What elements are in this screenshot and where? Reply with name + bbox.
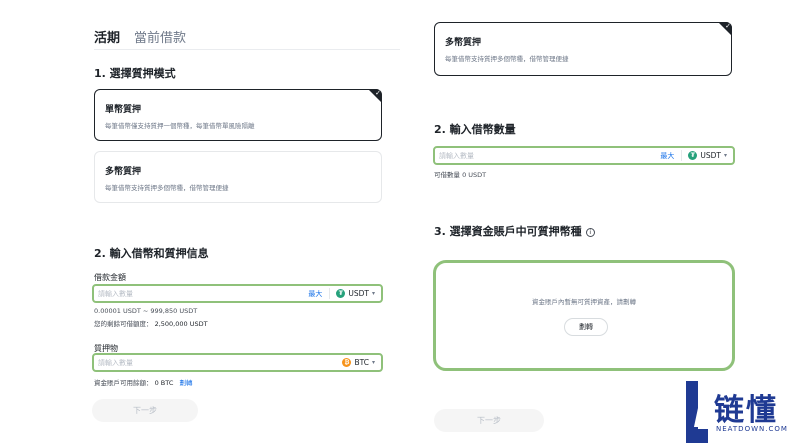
card-title: 單幣質押 — [105, 105, 142, 115]
card-desc: 每筆借幣支持質押多個幣種，借幣管理便捷 — [445, 55, 569, 63]
remaining-label: 您的剩餘可借額度： — [94, 320, 153, 328]
tab-divider — [94, 49, 400, 50]
empty-assets-message: 資金賬戶內暫無可質押資產，請劃轉 — [532, 298, 636, 306]
tab-flexible[interactable]: 活期 — [94, 27, 120, 46]
watermark-en: NEATDOWN.COM — [716, 425, 788, 433]
transfer-button[interactable]: 劃轉 — [564, 318, 608, 336]
btc-icon: ₿ — [342, 358, 352, 367]
divider — [329, 288, 331, 299]
collateral-assets-panel: 資金賬戶內暫無可質押資產，請劃轉 劃轉 — [433, 260, 735, 371]
available-value: 0 BTC — [154, 379, 174, 387]
available-label: 資金賬戶可用餘額： — [94, 379, 153, 387]
borrow-coin-select[interactable]: ₮ USDT ▾ — [688, 151, 727, 160]
borrow-amount-input[interactable]: 請輸入數量 — [435, 151, 660, 161]
step1-title: 1. 選擇質押模式 — [94, 67, 176, 80]
step2-title: 2. 輸入借幣和質押信息 — [94, 247, 209, 260]
borrow-coin-select[interactable]: ₮ USDT ▾ — [336, 289, 375, 298]
chevron-down-icon: ▾ — [371, 290, 375, 297]
card-desc: 每筆借幣僅支持質押一個幣種，每筆借幣單風險隔離 — [105, 122, 255, 130]
card-desc: 每筆借幣支持質押多個幣種，借幣管理便捷 — [105, 184, 229, 192]
transfer-link[interactable]: 劃轉 — [179, 379, 192, 387]
usdt-icon: ₮ — [336, 289, 346, 298]
borrow-amount-field[interactable]: 請輸入數量 最大 ₮ USDT ▾ — [433, 146, 735, 165]
remaining-value: 2,500,000 USDT — [154, 320, 208, 328]
coin-name: BTC — [354, 358, 369, 367]
borrow-amount-input[interactable]: 請輸入數量 — [94, 289, 308, 299]
step3-title-text: 3. 選擇資金賬戶中可質押幣種 — [434, 225, 582, 238]
next-button[interactable]: 下一步 — [434, 409, 544, 432]
selected-check-icon — [718, 22, 732, 36]
divider — [681, 150, 683, 161]
coin-name: USDT — [700, 151, 721, 160]
borrow-range: 0.00001 USDT ~ 999,850 USDT — [94, 307, 198, 315]
collateral-input[interactable]: 請輸入數量 — [94, 358, 342, 368]
selected-check-icon — [368, 89, 382, 103]
watermark-cn: 链懂 — [714, 393, 778, 428]
collateral-coin-select[interactable]: ₿ BTC ▾ — [342, 358, 375, 367]
tab-bar: 活期 當前借款 — [94, 27, 186, 46]
chevron-down-icon: ▾ — [371, 359, 375, 366]
next-button[interactable]: 下一步 — [92, 399, 198, 422]
step2-title: 2. 輸入借幣數量 — [434, 123, 516, 136]
logo-l-icon — [686, 381, 711, 443]
step3-title: 3. 選擇資金賬戶中可質押幣種 i — [434, 223, 595, 239]
multi-collateral-card[interactable]: 多幣質押 每筆借幣支持質押多個幣種，借幣管理便捷 — [434, 22, 732, 76]
remaining-quota: 您的剩餘可借額度： 2,500,000 USDT — [94, 318, 208, 328]
card-title: 多幣質押 — [445, 38, 482, 48]
collateral-field[interactable]: 請輸入數量 ₿ BTC ▾ — [92, 353, 383, 372]
max-button[interactable]: 最大 — [308, 289, 322, 299]
chevron-down-icon: ▾ — [723, 152, 727, 159]
usdt-icon: ₮ — [688, 151, 698, 160]
watermark-logo: 链懂 NEATDOWN.COM — [686, 381, 796, 443]
borrow-amount-field[interactable]: 請輸入數量 最大 ₮ USDT ▾ — [92, 284, 383, 303]
borrowable-amount: 可借數量 0 USDT — [434, 171, 487, 179]
multi-collateral-card[interactable]: 多幣質押 每筆借幣支持質押多個幣種，借幣管理便捷 — [94, 151, 382, 203]
info-icon[interactable]: i — [585, 228, 595, 237]
borrow-amount-label: 借款金額 — [94, 273, 126, 282]
max-button[interactable]: 最大 — [660, 151, 674, 161]
coin-name: USDT — [348, 289, 369, 298]
single-collateral-card[interactable]: 單幣質押 每筆借幣僅支持質押一個幣種，每筆借幣單風險隔離 — [94, 89, 382, 141]
card-title: 多幣質押 — [105, 167, 142, 177]
tab-current-loans[interactable]: 當前借款 — [134, 27, 186, 46]
collateral-available: 資金賬戶可用餘額： 0 BTC 劃轉 — [94, 377, 192, 387]
